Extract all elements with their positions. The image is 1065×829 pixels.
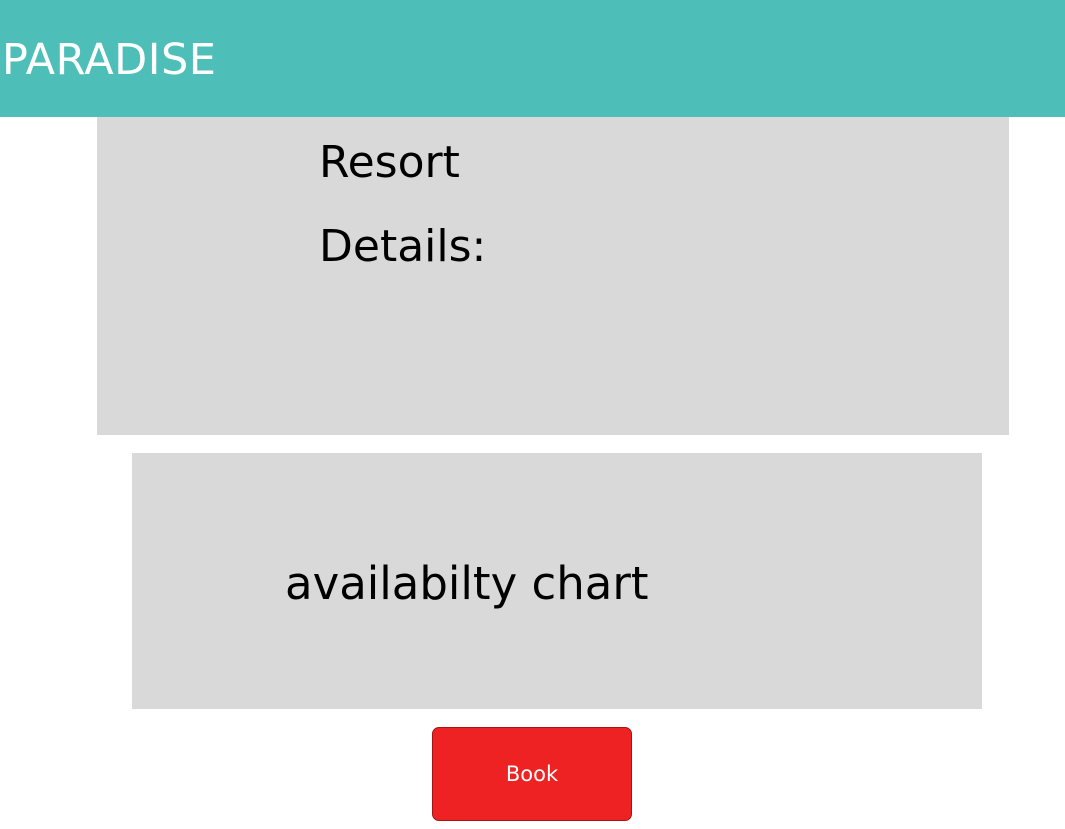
resort-details-panel: Resort Details: (97, 117, 1009, 435)
resort-details-heading-line1: Resort (319, 137, 460, 188)
availability-chart-label: availabilty chart (285, 557, 649, 610)
resort-details-heading-line2: Details: (319, 221, 487, 272)
page: PARADISE Resort Details: availabilty cha… (0, 0, 1065, 829)
header-bar: PARADISE (0, 0, 1065, 117)
book-button[interactable]: Book (432, 727, 632, 821)
availability-chart-panel: availabilty chart (132, 453, 982, 709)
brand-title: PARADISE (2, 35, 217, 85)
